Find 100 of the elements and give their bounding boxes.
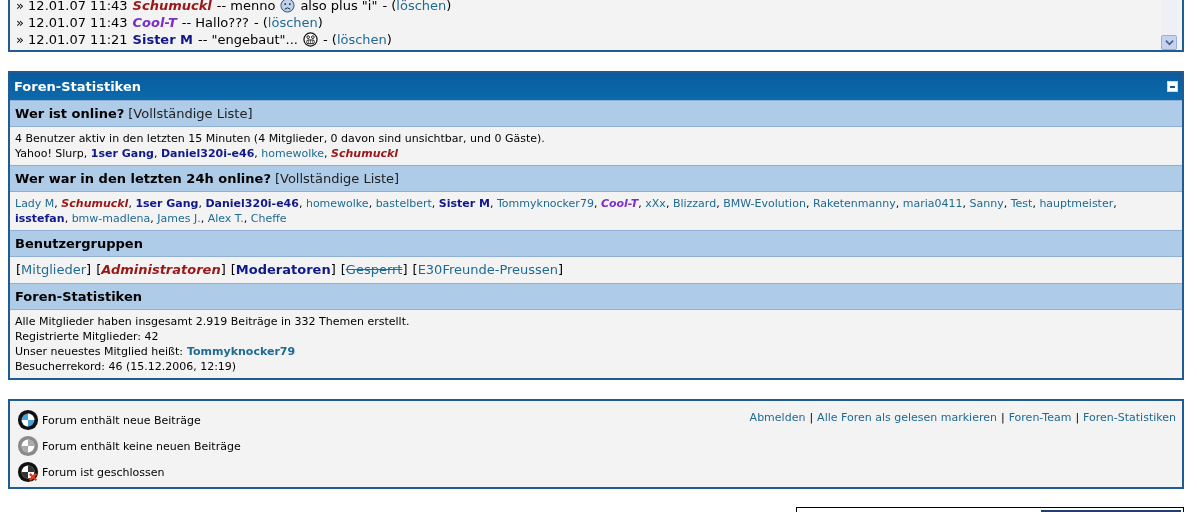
section-title: Wer war in den letzten 24h online? <box>15 171 271 186</box>
shout-message: -- menno <box>216 0 276 13</box>
scroll-down-button[interactable] <box>1161 35 1177 50</box>
separator: , <box>153 147 159 160</box>
bracket: ] <box>402 262 408 277</box>
separator: , <box>368 197 374 210</box>
user-link[interactable]: maria0411 <box>902 197 963 210</box>
user-link[interactable]: Cool-T <box>600 197 639 210</box>
delete-bracket: ) <box>386 32 392 47</box>
user-link[interactable]: Daniel320i-e46 <box>205 197 299 210</box>
bracket: [ <box>230 262 236 277</box>
user-link[interactable]: Raketenmanny <box>812 197 896 210</box>
group-link[interactable]: Mitglieder <box>21 262 87 277</box>
group-link[interactable]: Administratoren <box>101 262 221 277</box>
bracket: ] <box>220 262 226 277</box>
bracket: [ <box>412 262 418 277</box>
separator: , <box>1032 197 1037 210</box>
delete-bracket: - ( <box>382 0 397 13</box>
user-link[interactable]: BMW-Evolution <box>723 197 806 210</box>
separator: , <box>593 197 599 210</box>
section-title: Benutzergruppen <box>15 236 143 251</box>
separator: , <box>638 197 643 210</box>
separator: , <box>1113 197 1117 210</box>
delete-bracket: ) <box>317 15 323 30</box>
footer-link[interactable]: Foren-Team <box>1008 411 1072 487</box>
separator: , <box>665 197 671 210</box>
separator: , <box>64 212 70 225</box>
separator: , <box>243 212 249 225</box>
collapse-icon[interactable] <box>1167 81 1178 92</box>
section-title: Wer ist online? <box>15 106 125 121</box>
separator: , <box>150 212 155 225</box>
delete-link[interactable]: löschen <box>336 32 387 47</box>
separator: , <box>200 212 206 225</box>
legend-label: Forum ist geschlossen <box>42 465 165 479</box>
separator: , <box>1003 197 1009 210</box>
user-link[interactable]: xXx <box>645 197 666 210</box>
group-link[interactable]: Gesperrt <box>345 262 403 277</box>
user-link[interactable]: Tommyknocker79 <box>187 345 296 358</box>
footer-link[interactable]: Alle Foren als gelesen markieren <box>817 411 997 487</box>
legend-label: Forum enthält keine neuen Beiträge <box>42 439 241 453</box>
stats-line: Registrierte Mitglieder: 42 <box>15 329 160 344</box>
shout-time: » 12.01.07 11:43 <box>16 0 128 13</box>
user-link[interactable]: Tommyknocker79 <box>497 197 594 210</box>
user-link[interactable]: isstefan <box>15 212 65 225</box>
bracket: [ <box>340 262 346 277</box>
full-list-link[interactable]: [Vollständige Liste] <box>128 106 253 121</box>
separator: , <box>128 197 133 210</box>
footer-link[interactable]: Foren-Statistiken <box>1083 411 1176 487</box>
stats-line: Alle Mitglieder haben insgesamt 2.919 Beiträge in 332 Themen erstellt. <box>15 314 411 329</box>
separator: , <box>895 197 901 210</box>
stats-line: Besucherrekord: 46 (15.12.2006, 12:19) <box>15 359 238 374</box>
separator: , <box>83 147 89 160</box>
separator: , <box>716 197 721 210</box>
shout-message: -- Hallo??? <box>181 15 249 30</box>
user-link[interactable]: Schumuckl <box>331 147 399 160</box>
chevron-down-icon <box>1164 38 1174 47</box>
footer-link[interactable]: Abmelden <box>749 411 806 487</box>
shout-time: » 12.01.07 11:43 <box>16 15 128 30</box>
full-list-link[interactable]: [Vollständige Liste] <box>274 171 400 186</box>
user-link[interactable]: homewolke <box>305 197 369 210</box>
user-link[interactable]: Sanny <box>969 197 1004 210</box>
delete-bracket: - ( <box>322 32 337 47</box>
legend-label: Forum enthält neue Beiträge <box>42 413 201 427</box>
delete-link[interactable]: löschen <box>267 15 318 30</box>
bracket: ] <box>86 262 92 277</box>
shout-time: » 12.01.07 11:21 <box>16 32 128 47</box>
separator: , <box>962 197 967 210</box>
separator: , <box>298 197 304 210</box>
user-link[interactable]: Sister M <box>132 32 194 47</box>
separator: , <box>431 197 437 210</box>
scrollbar[interactable] <box>1161 0 1177 50</box>
separator: , <box>254 147 259 160</box>
separator: , <box>324 147 329 160</box>
separator: , <box>198 197 203 210</box>
panel-title: Foren-Statistiken <box>14 79 141 94</box>
group-link[interactable]: E30Freunde-Preussen <box>417 262 559 277</box>
bracket: ] <box>558 262 564 277</box>
user-link[interactable]: homewolke <box>261 147 325 160</box>
separator: , <box>805 197 811 210</box>
user-link[interactable]: 1ser Gang <box>90 147 154 160</box>
user-link[interactable]: James J. <box>157 212 201 225</box>
user-link[interactable]: Yahoo! Slurp <box>15 147 84 160</box>
delete-link[interactable]: löschen <box>396 0 447 13</box>
shout-message: also plus "i" <box>300 0 378 13</box>
user-link[interactable]: Cheffe <box>250 212 287 225</box>
bracket: [ <box>16 262 22 277</box>
separator: | <box>1075 411 1080 426</box>
user-link[interactable]: Cool-T <box>132 15 177 30</box>
user-link[interactable]: Alex T. <box>207 212 244 225</box>
delete-bracket: - ( <box>253 15 268 30</box>
separator: , <box>490 197 495 210</box>
bracket: ] <box>330 262 336 277</box>
online-summary: 4 Benutzer aktiv in den letzten 15 Minuten (4 Mitglieder, 0 davon sind unsichtbar, und 0 Gäste). <box>15 131 546 146</box>
user-link[interactable]: Schumuckl <box>132 0 212 13</box>
section-title: Foren-Statistiken <box>15 289 142 304</box>
user-link[interactable]: hauptmeister <box>1039 197 1114 210</box>
delete-bracket: ) <box>446 0 452 13</box>
user-link[interactable]: bastelbert <box>375 197 432 210</box>
user-link[interactable]: Sister M <box>438 197 490 210</box>
group-link[interactable]: Moderatoren <box>235 262 331 277</box>
